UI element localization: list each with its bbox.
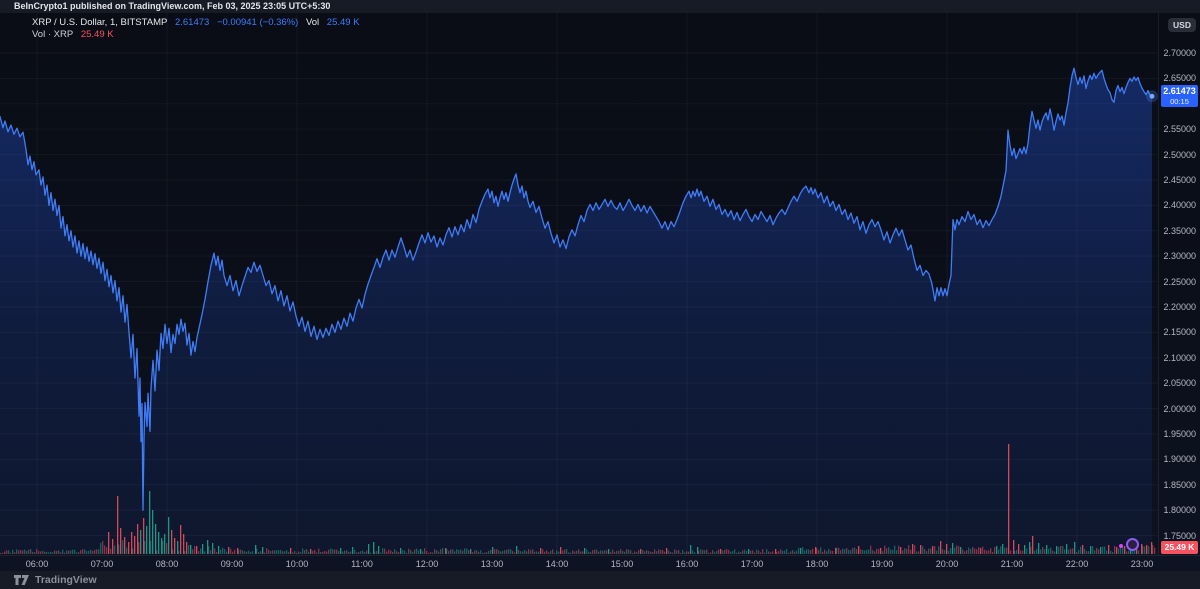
- legend-vol-value: 25.49 K: [327, 17, 360, 28]
- price-axis-label: 2.05000: [1163, 378, 1196, 388]
- time-axis-label: 07:00: [84, 559, 120, 569]
- publish-attribution-text: BeInCrypto1 published on TradingView.com…: [14, 1, 330, 11]
- time-axis-label: 15:00: [604, 559, 640, 569]
- time-axis-label: 21:00: [994, 559, 1030, 569]
- price-axis-label: 2.10000: [1163, 353, 1196, 363]
- time-axis-label: 14:00: [539, 559, 575, 569]
- legend-row-volume: Vol · XRP 25.49 K: [32, 29, 365, 41]
- price-axis-label: 2.55000: [1163, 124, 1196, 134]
- price-axis-label: 2.00000: [1163, 404, 1196, 414]
- legend-row-main: XRP / U.S. Dollar, 1, BITSTAMP 2.61473 −…: [32, 17, 365, 29]
- tradingview-brand-text[interactable]: TradingView: [35, 574, 97, 586]
- legend-vol-label: Vol: [306, 17, 319, 28]
- publish-attribution-bar: BeInCrypto1 published on TradingView.com…: [0, 0, 1200, 13]
- price-axis-label: 2.40000: [1163, 200, 1196, 210]
- legend-change: −0.00941 (−0.36%): [217, 17, 298, 28]
- time-axis-label: 06:00: [19, 559, 55, 569]
- last-price-badge-value: 2.61473: [1161, 86, 1198, 97]
- price-axis-label: 2.25000: [1163, 277, 1196, 287]
- last-price-dot: [1150, 94, 1155, 99]
- price-axis-label: 1.90000: [1163, 454, 1196, 464]
- price-axis-label: 1.95000: [1163, 429, 1196, 439]
- symbol-legend: XRP / U.S. Dollar, 1, BITSTAMP 2.61473 −…: [32, 17, 365, 41]
- volume-value-badge: 25.49 K: [1161, 541, 1198, 554]
- time-axis-label: 23:00: [1124, 559, 1160, 569]
- tradingview-logo-icon[interactable]: [13, 574, 30, 586]
- pink-dot-icon: [1119, 544, 1123, 548]
- price-axis-label: 2.45000: [1163, 175, 1196, 185]
- time-axis-label: 11:00: [344, 559, 380, 569]
- price-pane[interactable]: XRP / U.S. Dollar, 1, BITSTAMP 2.61473 −…: [0, 13, 1158, 555]
- price-axis-label: 2.50000: [1163, 150, 1196, 160]
- legend-last-price: 2.61473: [175, 17, 209, 28]
- bar-countdown: 00:15: [1161, 97, 1198, 106]
- purple-circle-sticker-icon: [1126, 538, 1139, 551]
- price-axis-label: 2.65000: [1163, 73, 1196, 83]
- price-chart-canvas[interactable]: [0, 13, 1158, 555]
- price-axis[interactable]: USD 2.700002.650002.600002.550002.500002…: [1158, 13, 1200, 555]
- price-axis-label: 1.80000: [1163, 505, 1196, 515]
- volume-study-title[interactable]: Vol · XRP: [32, 29, 73, 40]
- area-fill: [0, 68, 1152, 554]
- price-axis-label: 2.30000: [1163, 251, 1196, 261]
- time-axis[interactable]: 06:00 07:00 08:00 09:00 10:00 11:00 12:00 13:00…: [0, 555, 1200, 571]
- time-axis-label: 12:00: [409, 559, 445, 569]
- time-axis-label: 20:00: [929, 559, 965, 569]
- time-axis-label: 18:00: [799, 559, 835, 569]
- price-axis-label: 1.75000: [1163, 531, 1196, 541]
- tradingview-snapshot: { "header": { "published_line": "BeInCry…: [0, 0, 1200, 589]
- time-axis-label: 22:00: [1059, 559, 1095, 569]
- chart-area: XRP / U.S. Dollar, 1, BITSTAMP 2.61473 −…: [0, 13, 1200, 571]
- time-axis-label: 10:00: [279, 559, 315, 569]
- time-axis-label: 16:00: [669, 559, 705, 569]
- last-price-badge: 2.61473 00:15: [1161, 85, 1198, 107]
- time-axis-label: 17:00: [734, 559, 770, 569]
- price-axis-label: 2.20000: [1163, 302, 1196, 312]
- currency-toggle-button[interactable]: USD: [1168, 18, 1196, 32]
- price-axis-label: 2.70000: [1163, 48, 1196, 58]
- time-axis-label: 09:00: [214, 559, 250, 569]
- price-axis-label: 2.15000: [1163, 327, 1196, 337]
- price-axis-label: 1.85000: [1163, 480, 1196, 490]
- footer-bar: TradingView: [0, 571, 1200, 589]
- symbol-title[interactable]: XRP / U.S. Dollar, 1, BITSTAMP: [32, 17, 167, 28]
- time-axis-label: 19:00: [864, 559, 900, 569]
- time-axis-label: 08:00: [149, 559, 185, 569]
- time-axis-label: 13:00: [474, 559, 510, 569]
- volume-study-value: 25.49 K: [81, 29, 114, 40]
- price-axis-label: 2.35000: [1163, 226, 1196, 236]
